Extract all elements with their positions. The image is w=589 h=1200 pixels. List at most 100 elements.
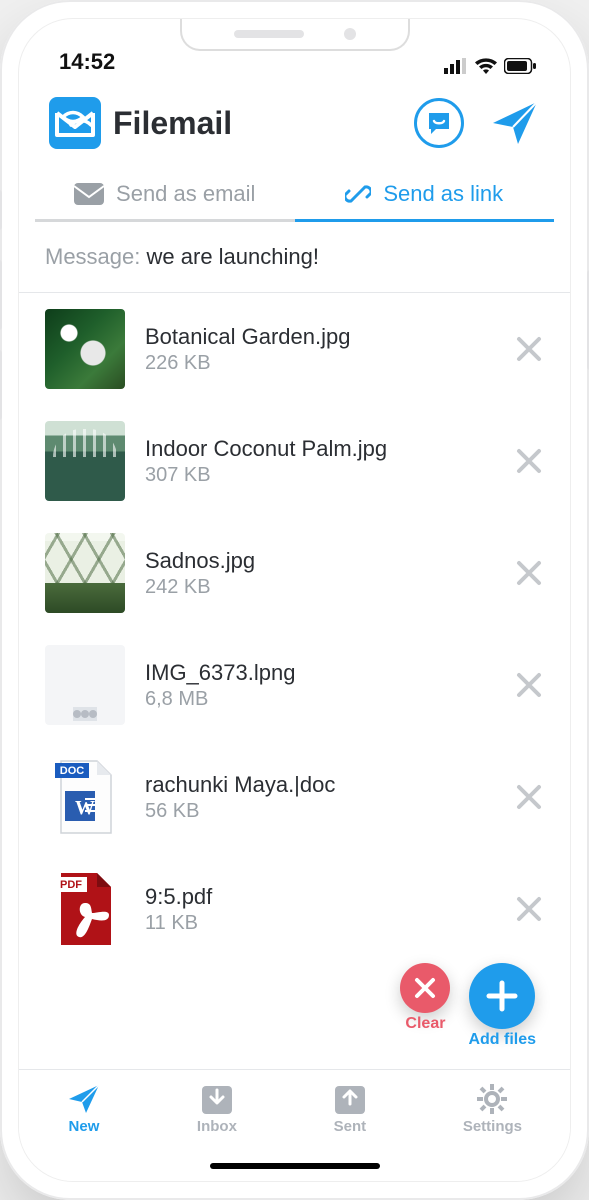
close-icon	[414, 977, 436, 999]
nav-label: Inbox	[197, 1118, 237, 1135]
plus-icon	[485, 979, 519, 1013]
file-list: Botanical Garden.jpg226 KB Indoor Coconut…	[19, 293, 570, 965]
message-label: Message:	[45, 244, 140, 269]
message-field[interactable]: Message: we are launching!	[19, 222, 570, 293]
gear-icon	[475, 1082, 509, 1116]
volume-up-button	[0, 260, 2, 330]
file-name: Botanical Garden.jpg	[145, 324, 494, 350]
nav-settings[interactable]: Settings	[463, 1082, 522, 1135]
file-row[interactable]: Sadnos.jpg242 KB	[19, 517, 570, 629]
notch	[180, 19, 410, 51]
nav-label: New	[69, 1118, 100, 1135]
sent-icon	[333, 1082, 367, 1116]
file-name: IMG_6373.lpng	[145, 660, 494, 686]
file-info: Botanical Garden.jpg226 KB	[145, 324, 494, 375]
file-row[interactable]: Botanical Garden.jpg226 KB	[19, 293, 570, 405]
close-icon	[514, 894, 544, 924]
file-size: 226 KB	[145, 352, 494, 375]
home-indicator[interactable]	[210, 1163, 380, 1169]
nav-label: Settings	[463, 1118, 522, 1135]
file-info: Indoor Coconut Palm.jpg307 KB	[145, 436, 494, 487]
send-button[interactable]	[490, 98, 540, 148]
send-mode-tabs: Send as email Send as link	[19, 159, 570, 222]
remove-file-button[interactable]	[514, 446, 544, 476]
file-row[interactable]: IMG_6373.lpng6,8 MB	[19, 629, 570, 741]
file-row[interactable]: PDF 9:5.pdf11 KB	[19, 853, 570, 965]
link-icon	[345, 181, 371, 207]
tab-send-link[interactable]: Send as link	[295, 169, 555, 222]
remove-file-button[interactable]	[514, 334, 544, 364]
volume-down-button	[0, 350, 2, 420]
file-size: 242 KB	[145, 576, 494, 599]
header: Filemail	[19, 79, 570, 159]
file-thumbnail	[45, 421, 125, 501]
file-info: rachunki Maya.|doc56 KB	[145, 772, 494, 823]
status-icons	[444, 57, 536, 75]
bottom-nav: New Inbox Sent	[19, 1069, 570, 1181]
file-thumbnail	[45, 309, 125, 389]
file-name: rachunki Maya.|doc	[145, 772, 494, 798]
svg-text:W: W	[75, 797, 95, 819]
file-info: Sadnos.jpg242 KB	[145, 548, 494, 599]
file-thumbnail: DOC W	[45, 757, 125, 837]
nav-inbox[interactable]: Inbox	[197, 1082, 237, 1135]
tab-send-email[interactable]: Send as email	[35, 169, 295, 222]
brand-name: Filemail	[113, 105, 232, 142]
add-files-button[interactable]	[469, 963, 535, 1029]
file-size: 307 KB	[145, 464, 494, 487]
paper-plane-icon	[67, 1082, 101, 1116]
side-button	[0, 190, 2, 230]
nav-label: Sent	[334, 1118, 367, 1135]
floating-actions: Clear Add files	[400, 963, 536, 1049]
close-icon	[514, 446, 544, 476]
add-files-label: Add files	[468, 1031, 536, 1049]
clear-action: Clear	[400, 963, 450, 1033]
phone-frame: 14:52	[0, 0, 589, 1200]
file-thumbnail	[45, 533, 125, 613]
logo-icon	[49, 97, 101, 149]
status-time: 14:52	[59, 49, 115, 75]
clear-button[interactable]	[400, 963, 450, 1013]
close-icon	[514, 334, 544, 364]
nav-new[interactable]: New	[67, 1082, 101, 1135]
remove-file-button[interactable]	[514, 782, 544, 812]
clear-label: Clear	[405, 1015, 445, 1033]
paper-plane-icon	[490, 98, 540, 148]
header-actions	[414, 98, 540, 148]
chat-button[interactable]	[414, 98, 464, 148]
battery-icon	[504, 58, 536, 74]
file-row[interactable]: Indoor Coconut Palm.jpg307 KB	[19, 405, 570, 517]
speaker	[234, 30, 304, 38]
nav-sent[interactable]: Sent	[333, 1082, 367, 1135]
svg-text:DOC: DOC	[60, 765, 85, 777]
chat-icon	[425, 109, 453, 137]
file-size: 56 KB	[145, 800, 494, 823]
file-row[interactable]: DOC W rachunki Maya.|doc56 KB	[19, 741, 570, 853]
close-icon	[514, 670, 544, 700]
file-info: IMG_6373.lpng6,8 MB	[145, 660, 494, 711]
file-info: 9:5.pdf11 KB	[145, 884, 494, 935]
svg-text:PDF: PDF	[60, 879, 82, 891]
add-files-action: Add files	[468, 963, 536, 1049]
tab-label: Send as email	[116, 181, 255, 207]
message-value: we are launching!	[147, 244, 319, 269]
wifi-icon	[474, 57, 498, 75]
envelope-icon	[74, 183, 104, 205]
brand: Filemail	[49, 97, 232, 149]
screen: 14:52	[18, 18, 571, 1182]
file-name: Indoor Coconut Palm.jpg	[145, 436, 494, 462]
remove-file-button[interactable]	[514, 670, 544, 700]
file-thumbnail	[45, 645, 125, 725]
file-size: 6,8 MB	[145, 688, 494, 711]
close-icon	[514, 558, 544, 588]
file-name: Sadnos.jpg	[145, 548, 494, 574]
tab-label: Send as link	[383, 181, 503, 207]
file-name: 9:5.pdf	[145, 884, 494, 910]
front-camera	[344, 28, 356, 40]
file-size: 11 KB	[145, 912, 494, 935]
remove-file-button[interactable]	[514, 894, 544, 924]
file-thumbnail: PDF	[45, 869, 125, 949]
remove-file-button[interactable]	[514, 558, 544, 588]
close-icon	[514, 782, 544, 812]
cellular-icon	[444, 58, 468, 74]
